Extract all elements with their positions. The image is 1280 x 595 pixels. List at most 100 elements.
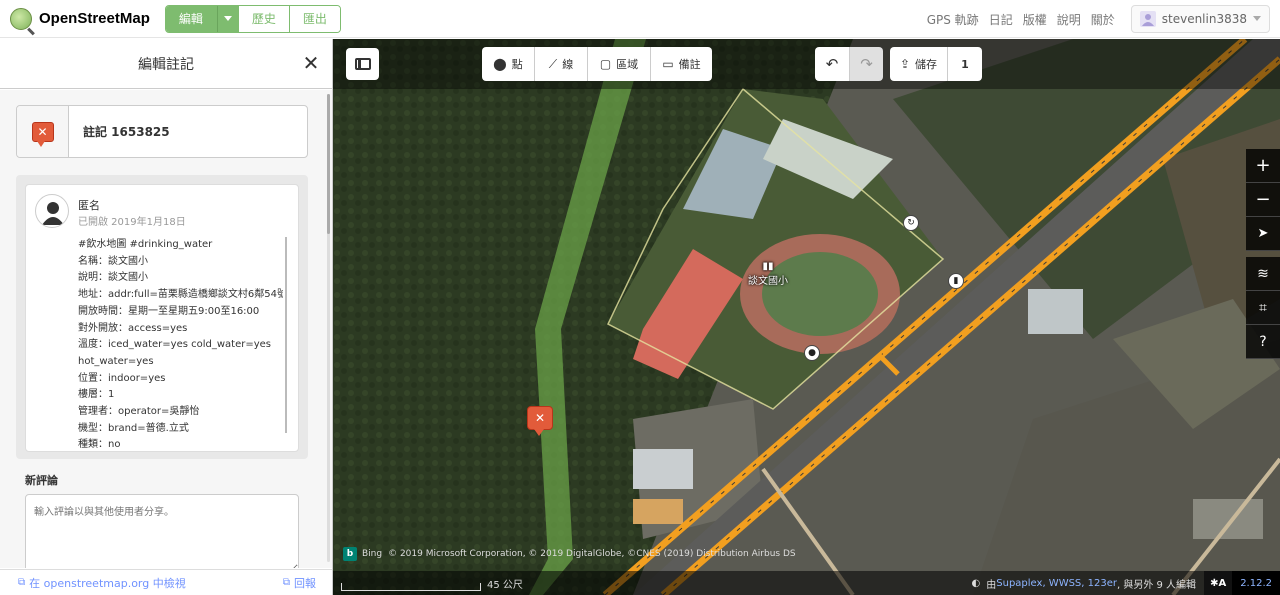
edit-dropdown-caret[interactable] [216, 5, 239, 32]
sidebar-header: 編輯註記 ✕ [0, 39, 332, 89]
undo-icon: ↶ [825, 55, 839, 73]
sidebar-footer: ⧉ 在 openstreetmap.org 中檢視 ⧉ 回報 [0, 569, 332, 595]
diary-link[interactable]: 日記 [989, 11, 1013, 28]
help-link[interactable]: 說明 [1057, 11, 1081, 28]
sidebar-toggle-button[interactable] [346, 48, 379, 80]
comment-line: 機型：brand=普德.立式 [78, 422, 189, 434]
username: stevenlin3838 [1161, 12, 1247, 26]
logo-text: OpenStreetMap [39, 10, 150, 27]
comment-line: 種類：no [78, 439, 121, 451]
issues-icon[interactable]: ✱A [1204, 571, 1233, 595]
zoom-controls: + − ➤ [1246, 149, 1280, 251]
map-note-marker[interactable]: ✕ [527, 406, 553, 436]
report-link[interactable]: ⧉ 回報 [283, 575, 316, 591]
drinking-water-icon[interactable]: ● [804, 345, 820, 361]
redo-button[interactable]: ↷ [850, 47, 883, 81]
comment-scrollbar[interactable] [285, 237, 287, 433]
map-top-bar [333, 39, 1280, 89]
satellite-imagery [333, 39, 1280, 595]
comment-text: #飲水地圖 #drinking_water 名稱：談文國小 說明：談文國小 地址… [78, 237, 283, 451]
chevron-down-icon [223, 15, 232, 21]
user-menu[interactable]: stevenlin3838 [1130, 5, 1270, 33]
imagery-attribution: b Bing © 2019 Microsoft Corporation, © 2… [343, 547, 796, 561]
redo-icon: ↷ [860, 55, 873, 73]
comments-list: 匿名 已開啟 2019年1月18日 #飲水地圖 #drinking_water … [16, 175, 308, 459]
sidebar: 編輯註記 ✕ ✕ 註記 1653825 匿名 已開啟 2019年1月18日 #飲… [0, 39, 333, 595]
zoom-out-button[interactable]: − [1246, 183, 1280, 217]
comment-line: 位置：indoor=yes [78, 372, 166, 384]
view-on-osm-link[interactable]: ⧉ 在 openstreetmap.org 中檢視 [18, 575, 186, 591]
attribution-text[interactable]: © 2019 Microsoft Corporation, © 2019 Dig… [388, 549, 796, 559]
close-icon[interactable]: ✕ [300, 52, 322, 74]
osm-logo-icon [10, 7, 32, 30]
help-icon[interactable]: ? [1246, 325, 1280, 359]
note-header-icon-box: ✕ [17, 106, 69, 157]
edit-button[interactable]: 編輯 [165, 5, 217, 32]
map-info-bar: ◐ 由 Supaplex, WWSS, 123er , 與另外 9 人編輯 ✱A… [972, 571, 1280, 595]
comment-date: 已開啟 2019年1月18日 [78, 217, 186, 228]
moon-icon: ◐ [971, 577, 981, 589]
comment-line: 說明：談文國小 [78, 272, 148, 284]
sidebar-body: ✕ 註記 1653825 匿名 已開啟 2019年1月18日 #飲水地圖 #dr… [0, 90, 332, 568]
primary-nav-buttons: 編輯 歷史 匯出 [164, 4, 341, 33]
bing-logo-icon: b [343, 547, 357, 561]
comment-item: 匿名 已開啟 2019年1月18日 #飲水地圖 #drinking_water … [25, 184, 299, 452]
new-comment-input[interactable] [25, 494, 299, 568]
comment-author: 匿名 [78, 199, 100, 212]
export-button[interactable]: 匯出 [289, 5, 340, 32]
bus-stop-icon[interactable]: ▮ [948, 273, 964, 289]
closed-note-icon: ✕ [31, 121, 54, 147]
scale-label: 45 公尺 [487, 580, 523, 591]
user-silhouette-icon [42, 202, 64, 225]
poi-marker-icon[interactable]: ↻ [903, 215, 919, 231]
line-icon: ⟋ [548, 56, 558, 71]
undo-button[interactable]: ↶ [815, 47, 850, 81]
add-area-button[interactable]: ▢ 區域 [588, 47, 651, 81]
add-area-label: 區域 [616, 58, 639, 71]
add-line-button[interactable]: ⟋ 線 [535, 47, 588, 81]
bing-label: Bing [362, 549, 383, 559]
school-label: 談文國小 [748, 276, 788, 287]
map-panes-controls: ≋ ⌗ ? [1246, 257, 1280, 359]
chevron-down-icon [1253, 16, 1261, 21]
school-icon: ▮▮ [762, 261, 774, 272]
comment-line: 管理者：operator=吳靜怡 [78, 406, 200, 418]
history-button[interactable]: 歷史 [238, 5, 290, 32]
gps-traces-link[interactable]: GPS 軌跡 [927, 11, 979, 28]
external-link-icon: ⧉ [282, 577, 290, 588]
comment-line: 溫度：iced_water=yes cold_water=yes [78, 339, 271, 351]
editors-link[interactable]: Supaplex, WWSS, 123er [996, 578, 1117, 589]
add-note-label: 備註 [678, 58, 701, 71]
comment-line: 地址：addr:full=苗栗縣造橋鄉談文村6鄰54號 [78, 289, 283, 301]
save-label: 儲存 [915, 58, 938, 71]
comment-line: hot_water=yes [78, 355, 154, 367]
add-point-button[interactable]: ⬤ 點 [482, 47, 535, 81]
sidebar-scrollbar-thumb[interactable] [327, 94, 330, 234]
osm-logo[interactable]: OpenStreetMap [10, 7, 150, 30]
map-pin-icon: ⬤ [493, 57, 507, 71]
comment-line: 名稱：談文國小 [78, 255, 148, 267]
comment-line: 樓層：1 [78, 389, 115, 401]
version-label[interactable]: 2.12.2 [1232, 571, 1280, 595]
add-note-button[interactable]: ▭ 備註 [651, 47, 712, 81]
area-icon: ▢ [599, 57, 612, 71]
comment-line: #飲水地圖 #drinking_water [78, 239, 213, 250]
note-id-label: 註記 1653825 [83, 125, 170, 139]
note-header: ✕ 註記 1653825 [16, 105, 308, 158]
comment-line: 開放時間：星期一至星期五9:00至16:00 [78, 305, 260, 317]
scale-bar-line [341, 583, 481, 591]
user-avatar-icon [1139, 11, 1156, 27]
zoom-in-button[interactable]: + [1246, 149, 1280, 183]
save-button[interactable]: ⇪ 儲存 [890, 47, 948, 81]
locate-icon[interactable]: ➤ [1246, 217, 1280, 251]
about-link[interactable]: 關於 [1091, 11, 1115, 28]
copyright-link[interactable]: 版權 [1023, 11, 1047, 28]
add-line-label: 線 [562, 58, 574, 71]
new-comment-label: 新評論 [25, 474, 58, 487]
right-navigation: GPS 軌跡 日記 版權 說明 關於 stevenlin3838 [917, 0, 1270, 38]
top-navigation: OpenStreetMap 編輯 歷史 匯出 GPS 軌跡 日記 版權 說明 關… [0, 0, 1280, 38]
layers-icon[interactable]: ≋ [1246, 257, 1280, 291]
map-data-icon[interactable]: ⌗ [1246, 291, 1280, 325]
sidebar-toggle-icon [354, 58, 371, 70]
map-canvas[interactable]: ⬤ 點 ⟋ 線 ▢ 區域 ▭ 備註 ↶ ↷ ⇪ 儲存 1 + − ➤ ≋ ⌗ ? ▮▮ 談… [333, 39, 1280, 595]
